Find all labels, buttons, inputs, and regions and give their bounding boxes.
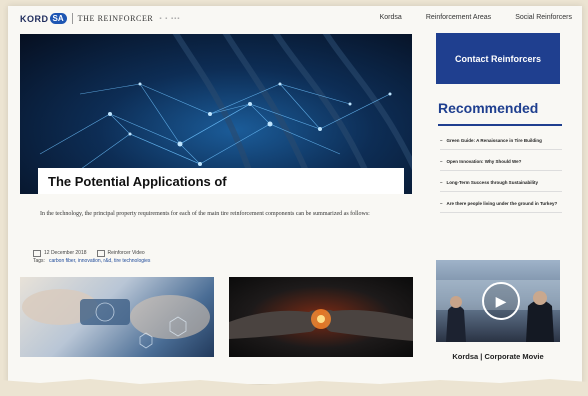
recommended-link[interactable]: Are there people living under the ground… [447,201,558,207]
related-article-thumbnail-tech[interactable] [20,277,214,357]
site-title: THE REINFORCER [77,14,154,23]
article-lead: In the technology, the principal propert… [40,211,370,217]
list-item[interactable]: – Green Guide: A Renaissance in Tire Bui… [440,138,562,150]
article-headline: The Potential Applications of [48,174,227,189]
contact-reinforcers-button[interactable]: Contact Reinforcers [436,33,560,84]
article-tags[interactable]: carbon fiber, innovation, r&d, tire tech… [49,258,150,264]
article-meta: 12 December 2018 Reinforcer Video Tags: … [33,249,150,265]
main-nav: Kordsa Reinforcement Areas Social Reinfo… [356,14,572,21]
headline-card: The Potential Applications of [38,168,404,194]
recommended-link[interactable]: Open Innovation: Why Should We? [447,159,522,165]
logo-divider [71,13,73,24]
category-icon [96,249,105,257]
related-article-thumbnail-fists[interactable] [229,277,413,357]
tags-label: Tags: [33,258,45,264]
recommended-heading: Recommended [438,100,539,116]
calendar-icon [33,249,41,257]
language-switch[interactable]: ▪ ▪ ▪▪▪ [159,16,180,22]
logo-badge: SA [49,13,67,24]
recommended-divider [438,124,562,126]
site-logo[interactable]: KORD SA THE REINFORCER ▪ ▪ ▪▪▪ [20,13,180,24]
recommended-link[interactable]: Long-Term Success through Sustainability [447,180,538,186]
printed-page: KORD SA THE REINFORCER ▪ ▪ ▪▪▪ Kordsa Re… [8,6,582,384]
video-caption: Kordsa | Corporate Movie [452,352,544,361]
nav-item-reinforcement-areas[interactable]: Reinforcement Areas [426,14,491,21]
nav-item-social-reinforcers[interactable]: Social Reinforcers [515,14,572,21]
recommended-list: – Green Guide: A Renaissance in Tire Bui… [440,138,562,222]
list-item[interactable]: – Are there people living under the grou… [440,201,562,213]
clashing-fists-graphic [229,309,413,341]
nav-item-kordsa[interactable]: Kordsa [380,14,402,21]
torn-paper-edge [0,379,588,396]
recommended-link[interactable]: Green Guide: A Renaissance in Tire Build… [447,138,542,144]
site-header: KORD SA THE REINFORCER ▪ ▪ ▪▪▪ Kordsa Re… [8,6,582,30]
list-item[interactable]: – Long-Term Success through Sustainabili… [440,180,562,192]
hand-device-graphic [22,289,210,349]
article-date: 12 December 2018 [44,250,87,256]
corporate-video-player[interactable]: ▶ [436,260,560,342]
article-author[interactable]: Reinforcer Video [108,250,145,256]
play-icon[interactable]: ▶ [482,282,520,320]
logo-wordmark: KORD [20,13,49,24]
list-item[interactable]: – Open Innovation: Why Should We? [440,159,562,171]
